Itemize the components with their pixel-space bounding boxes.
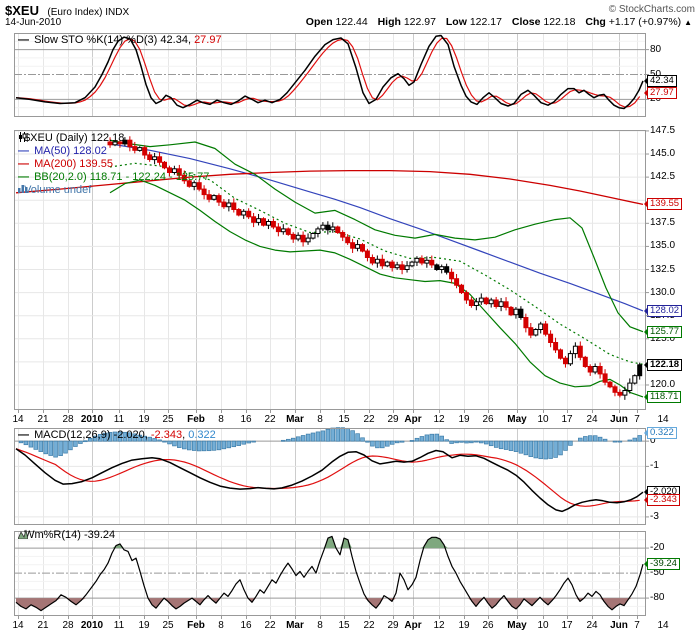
stockcharts-page: $XEU (Euro Index) INDX © StockCharts.com… [0, 0, 700, 639]
axis-ticks [645, 49, 649, 599]
